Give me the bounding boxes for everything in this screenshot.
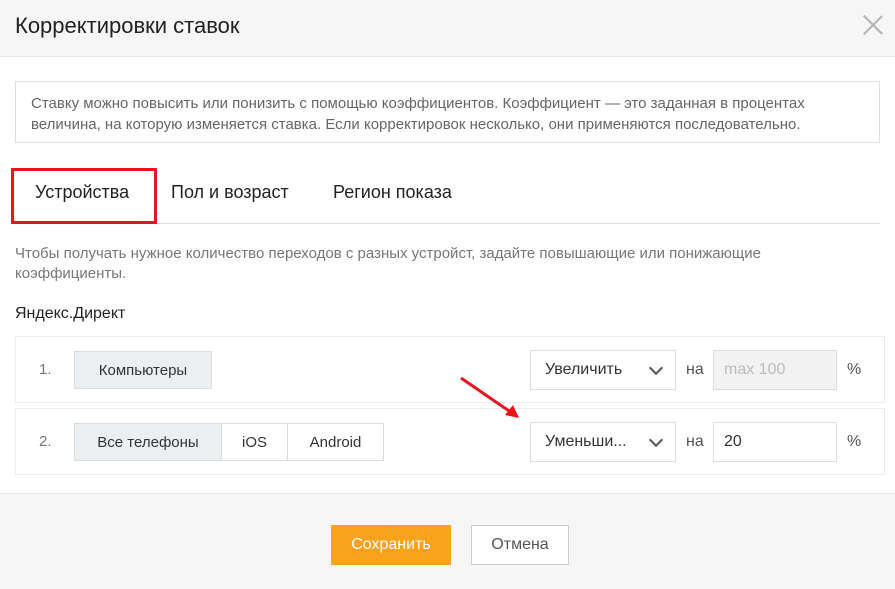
red-arrow-annotation [460,376,519,418]
percent-label: % [847,433,862,450]
device-android-button[interactable]: Android [287,423,384,461]
close-icon[interactable] [862,14,884,36]
device-all-phones-button[interactable]: Все телефоны [74,423,222,461]
action-select[interactable]: Уменьши... [530,422,676,462]
tab-devices[interactable]: Устройства [35,182,129,203]
section-title: Яндекс.Директ [15,305,126,322]
action-select-value: Уменьши... [545,433,627,450]
chevron-down-icon [648,360,664,376]
adjustment-row: 1. Компьютеры Увеличить на % [15,336,885,403]
coefficient-input[interactable] [713,422,837,462]
dialog-body: Ставку можно повысить или понизить с пом… [0,56,895,494]
row-number: 2. [39,433,52,450]
hint-text: Чтобы получать нужное количество переход… [15,245,761,282]
on-label: на [686,361,704,378]
tab-gender-age[interactable]: Пол и возраст [171,182,289,203]
percent-label: % [847,361,862,378]
cancel-button[interactable]: Отмена [471,525,569,565]
row-number: 1. [39,361,52,378]
tab-bar: Устройства Пол и возраст Регион показа [11,168,880,224]
on-label: на [686,433,704,450]
tab-region[interactable]: Регион показа [333,182,452,203]
adjustment-row: 2. Все телефоны iOS Android Уменьши... н… [15,408,885,475]
action-select-value: Увеличить [545,361,623,378]
dialog-title: Корректировки ставок [15,13,240,38]
dialog-header: Корректировки ставок [0,0,895,56]
action-select[interactable]: Увеличить [530,350,676,390]
info-box: Ставку можно повысить или понизить с пом… [15,81,880,143]
device-computers-button[interactable]: Компьютеры [74,351,212,389]
save-button[interactable]: Сохранить [331,525,451,565]
coefficient-input[interactable] [713,350,837,390]
device-ios-button[interactable]: iOS [221,423,288,461]
chevron-down-icon [648,432,664,448]
